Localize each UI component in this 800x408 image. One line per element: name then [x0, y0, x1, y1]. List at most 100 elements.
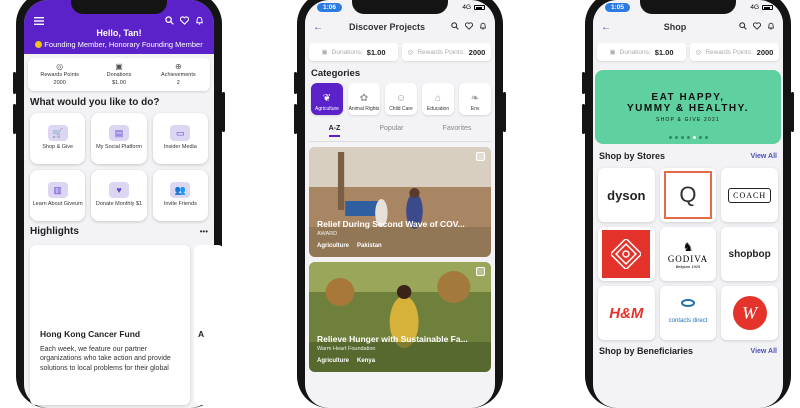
tile-learn[interactable]: ▥ Learn About Giveum	[30, 169, 86, 221]
media-icon: ▭	[170, 125, 191, 142]
back-arrow-icon[interactable]: ←	[313, 22, 323, 33]
store-grid: dyson Q COACH ♞ GODIVA Belgium 1926 shopbo…	[593, 165, 783, 343]
category-child-care[interactable]: ☺ Child Care	[385, 83, 417, 115]
banner-line-1a: EAT HAPPY,	[651, 91, 725, 103]
store-red-logo[interactable]	[598, 227, 655, 281]
promo-banner[interactable]: EAT HAPPY, YUMMY & HEALTHY. SHOP & GIVE …	[595, 70, 781, 144]
tab-favorites[interactable]: Favorites	[443, 125, 472, 137]
store-walgreens[interactable]: W	[721, 286, 778, 340]
store-shopbop[interactable]: shopbop	[721, 227, 778, 281]
notch	[640, 0, 736, 14]
coin-icon: ◎	[407, 49, 414, 56]
carousel-dot[interactable]	[680, 136, 684, 139]
heart-icon[interactable]	[752, 22, 762, 32]
phone-button	[222, 92, 225, 132]
highlight-card[interactable]: Hong Kong Cancer Fund Each week, we feat…	[30, 245, 190, 405]
section-title: What would you like to do?	[30, 96, 160, 108]
stat-value: 2	[176, 79, 180, 86]
time: 1:05	[605, 2, 631, 12]
bell-icon[interactable]	[767, 22, 775, 32]
notch	[352, 0, 448, 14]
membership-line: Founding Member, Honorary Founding Membe…	[24, 40, 214, 49]
store-godiva[interactable]: ♞ GODIVA Belgium 1926	[659, 227, 717, 281]
tile-social-platform[interactable]: ▤ My Social Platform	[91, 112, 147, 164]
action-grid: 🛒 Shop & Give ▤ My Social Platform ▭ Inside…	[24, 110, 214, 224]
child-icon: ☺	[395, 93, 407, 104]
project-tags: Agriculture Pakistan	[317, 243, 382, 249]
globe-icon: ⊕	[174, 62, 182, 71]
stat-rewards[interactable]: ◎ Rewards Points 2000	[30, 62, 89, 87]
store-coach[interactable]: COACH	[721, 168, 778, 222]
store-dyson[interactable]: dyson	[598, 168, 655, 222]
plant-icon: ❦	[322, 93, 332, 104]
category-label: Child Care	[389, 106, 413, 112]
hm-logo: H&M	[609, 304, 644, 322]
tag: Pakistan	[357, 243, 382, 249]
badge-icon	[35, 41, 43, 48]
wallet-icon: ▣	[115, 62, 123, 71]
more-icon[interactable]: •••	[200, 227, 208, 236]
highlights-header: Highlights •••	[24, 224, 214, 239]
tab-popular[interactable]: Popular	[379, 125, 403, 137]
phone-button	[13, 72, 16, 94]
battery-icon	[474, 4, 485, 10]
category-education[interactable]: ⌂ Education	[422, 83, 454, 115]
carousel-dot-active[interactable]	[692, 136, 696, 139]
back-arrow-icon[interactable]: ←	[601, 22, 611, 33]
store-contacts-direct[interactable]: contacts direct	[659, 286, 717, 340]
top-bar: ← Discover Projects	[305, 14, 495, 40]
discover-screen: 1:06 4G ← Discover Projects ▣ Donations: $…	[305, 0, 495, 408]
phone-button	[582, 104, 585, 134]
carousel-dot[interactable]	[686, 136, 690, 139]
search-icon[interactable]	[165, 16, 174, 25]
search-icon[interactable]	[739, 22, 747, 32]
godiva-logo: ♞ GODIVA Belgium 1926	[668, 240, 708, 269]
carousel-dot[interactable]	[674, 136, 678, 139]
phone-discover: 1:06 4G ← Discover Projects ▣ Donations: $…	[294, 0, 506, 408]
tab-a-z[interactable]: A-Z	[328, 125, 341, 137]
favorite-checkbox[interactable]	[476, 152, 485, 161]
project-org: Warm Heart Foundation	[317, 346, 376, 352]
walgreens-logo: W	[732, 296, 767, 330]
highlight-card-next[interactable]: A	[194, 245, 224, 405]
tile-donate[interactable]: ♥ Donate Monthly $1	[91, 169, 147, 221]
wallet-icon: ▣	[609, 49, 616, 56]
stat-label: Achievements	[161, 72, 196, 79]
store-hm[interactable]: H&M	[598, 286, 655, 340]
view-all-beneficiaries-link[interactable]: View All	[751, 348, 777, 355]
social-icon: ▤	[108, 125, 129, 142]
phone-button	[503, 92, 506, 132]
bell-icon[interactable]	[479, 22, 487, 32]
category-animal-rights[interactable]: ✿ Animal Rights	[348, 83, 380, 115]
favorite-checkbox[interactable]	[476, 267, 485, 276]
pill-value: 2000	[756, 47, 774, 57]
tile-shop-give[interactable]: 🛒 Shop & Give	[30, 112, 86, 164]
bell-icon[interactable]	[195, 16, 204, 25]
category-list: ❦ Agriculture ✿ Animal Rights ☺ Child Care …	[305, 81, 495, 117]
category-env[interactable]: ❧ Env	[459, 83, 491, 115]
highlight-body: Each week, we feature our partner organi…	[40, 346, 171, 372]
tile-invite[interactable]: 👥 Invite Friends	[152, 169, 208, 221]
tile-insider-media[interactable]: ▭ Insider Media	[152, 112, 208, 164]
heart-icon[interactable]	[464, 22, 474, 32]
stat-donations[interactable]: ▣ Donations $1.00	[90, 62, 149, 87]
carousel-dot[interactable]	[668, 136, 672, 139]
search-icon[interactable]	[451, 22, 459, 32]
project-card[interactable]: Relief During Second Wave of COV... AWAR…	[309, 147, 491, 257]
donations-pill[interactable]: ▣ Donations: $1.00	[309, 43, 398, 61]
stores-title: Shop by Stores	[599, 151, 666, 161]
project-card[interactable]: Relieve Hunger with Sustainable Fa... Wa…	[309, 262, 491, 372]
stat-achievements[interactable]: ⊕ Achievements 2	[149, 62, 208, 87]
view-all-stores-link[interactable]: View All	[751, 153, 777, 160]
heart-icon[interactable]	[180, 16, 189, 25]
carousel-dot[interactable]	[698, 136, 702, 139]
store-q[interactable]: Q	[659, 168, 717, 222]
category-agriculture[interactable]: ❦ Agriculture	[311, 83, 343, 115]
menu-icon[interactable]	[34, 16, 44, 25]
tag: Agriculture	[317, 243, 350, 249]
donations-pill[interactable]: ▣ Donations: $1.00	[597, 43, 686, 61]
carousel-dot[interactable]	[704, 136, 708, 139]
time: 1:06	[317, 2, 343, 12]
rewards-pill[interactable]: ◎ Rewards Points: 2000	[402, 43, 491, 61]
rewards-pill[interactable]: ◎ Rewards Points: 2000	[690, 43, 779, 61]
